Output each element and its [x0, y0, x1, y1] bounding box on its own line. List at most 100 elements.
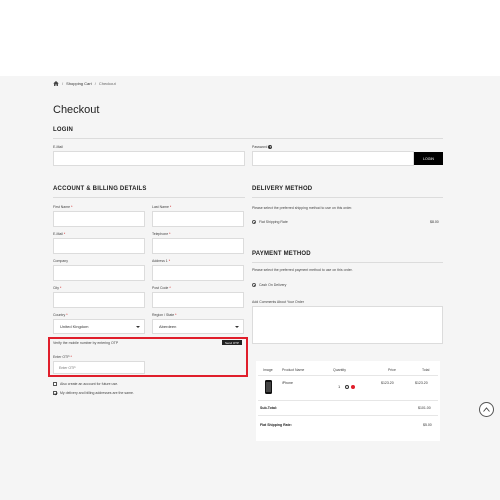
- cart-header-product: Product Name: [282, 368, 305, 372]
- first-name-input[interactable]: [53, 211, 145, 227]
- breadcrumb-separator: /: [94, 81, 96, 86]
- refresh-icon[interactable]: [345, 385, 349, 389]
- required-mark: *: [169, 205, 172, 209]
- required-mark: *: [168, 259, 171, 263]
- send-otp-button[interactable]: Send OTP: [222, 340, 242, 345]
- required-mark: *: [71, 205, 73, 209]
- delivery-description: Please select the preferred shipping met…: [252, 206, 353, 210]
- breadcrumb-separator: /: [62, 81, 64, 86]
- cart-header-total: Total: [422, 368, 430, 372]
- create-account-label: Also create an account for future use.: [60, 382, 119, 386]
- breadcrumb-shopping-cart[interactable]: Shopping Cart: [66, 81, 92, 86]
- region-select-value: Aberdeen: [159, 324, 177, 329]
- address1-label: Address 1 *: [152, 259, 170, 263]
- page-title: Checkout: [53, 104, 100, 116]
- email-input[interactable]: [53, 238, 145, 254]
- cart-row-total: $123.20: [415, 381, 428, 385]
- country-select-value: United Kingdom: [60, 324, 89, 329]
- create-account-checkbox[interactable]: [53, 382, 57, 386]
- telephone-label-text: Telephone: [152, 232, 169, 236]
- country-label-text: Country: [53, 313, 66, 317]
- cart-header-price: Price: [388, 368, 396, 372]
- cod-radio[interactable]: [252, 283, 256, 287]
- cart-table: [256, 361, 440, 441]
- shipping-total-value: $5.00: [423, 423, 432, 427]
- last-name-input[interactable]: [152, 211, 244, 227]
- cart-row-price: $123.20: [381, 381, 394, 385]
- first-name-label-text: First Name: [53, 205, 71, 209]
- chevron-down-icon: [235, 325, 239, 328]
- product-thumbnail[interactable]: [265, 380, 272, 394]
- city-label: City *: [53, 286, 61, 290]
- cart-header-image: Image: [263, 368, 273, 372]
- otp-input[interactable]: [53, 361, 145, 374]
- same-address-option[interactable]: My delivery and billing addresses are th…: [53, 391, 134, 395]
- country-select[interactable]: United Kingdom: [53, 319, 145, 334]
- cod-label: Cash On Delivery: [259, 283, 287, 287]
- otp-label: Enter OTP *: [53, 355, 72, 359]
- region-label: Region / State *: [152, 313, 177, 317]
- breadcrumb: / Shopping Cart / Checkout: [53, 81, 116, 86]
- last-name-label-text: Last Name: [152, 205, 169, 209]
- login-divider: [53, 138, 443, 139]
- subtotal-divider: [258, 415, 438, 416]
- help-icon[interactable]: ?: [268, 145, 273, 149]
- cart-row-qty[interactable]: 1: [338, 384, 340, 389]
- required-mark: *: [169, 286, 171, 290]
- required-mark: *: [66, 313, 68, 317]
- country-label: Country *: [53, 313, 68, 317]
- cart-row-divider: [258, 400, 438, 401]
- login-email-input[interactable]: [53, 151, 245, 166]
- cart-header-divider: [258, 375, 438, 376]
- same-address-checkbox[interactable]: [53, 391, 57, 395]
- same-address-label: My delivery and billing addresses are th…: [60, 391, 134, 395]
- create-account-option[interactable]: Also create an account for future use.: [53, 382, 118, 386]
- company-label: Company: [53, 259, 68, 263]
- address1-label-text: Address 1: [152, 259, 168, 263]
- last-name-label: Last Name *: [152, 205, 171, 209]
- cod-option[interactable]: Cash On Delivery: [252, 283, 286, 287]
- required-mark: *: [63, 232, 66, 236]
- delivery-divider: [252, 197, 443, 198]
- email-label-text: E-Mail: [53, 232, 63, 236]
- remove-icon[interactable]: [351, 385, 355, 389]
- telephone-input[interactable]: [152, 238, 244, 254]
- city-label-text: City: [53, 286, 60, 290]
- flat-shipping-price: $8.00: [430, 220, 439, 224]
- flat-shipping-option[interactable]: Flat Shipping Rate: [252, 220, 288, 224]
- scroll-to-top-button[interactable]: [479, 402, 494, 417]
- payment-title: PAYMENT METHOD: [252, 251, 311, 257]
- login-password-input[interactable]: [252, 151, 414, 166]
- post-code-label: Post Code *: [152, 286, 171, 290]
- login-email-label: E-Mail: [53, 145, 63, 149]
- flat-shipping-label: Flat Shipping Rate: [259, 220, 288, 224]
- telephone-label: Telephone *: [152, 232, 171, 236]
- required-mark: *: [169, 232, 171, 236]
- subtotal-label: Sub-Total:: [260, 406, 278, 410]
- login-button[interactable]: LOGIN: [414, 152, 443, 165]
- payment-description: Please select the preferred payment meth…: [252, 268, 353, 272]
- required-mark: *: [175, 313, 177, 317]
- post-code-label-text: Post Code: [152, 286, 169, 290]
- required-mark: *: [70, 355, 72, 359]
- region-select[interactable]: Aberdeen: [152, 319, 244, 334]
- address1-input[interactable]: [152, 265, 244, 281]
- required-mark: *: [60, 286, 62, 290]
- region-label-text: Region / State: [152, 313, 175, 317]
- login-password-label: Password: [252, 145, 268, 149]
- post-code-input[interactable]: [152, 292, 244, 308]
- city-input[interactable]: [53, 292, 145, 308]
- flat-shipping-radio[interactable]: [252, 220, 256, 224]
- delivery-title: DELIVERY METHOD: [252, 186, 313, 192]
- comments-label: Add Comments About Your Order: [252, 300, 304, 304]
- otp-verify-text: Verify the mobile number by entering OTP: [53, 341, 119, 345]
- payment-divider: [252, 262, 443, 263]
- home-icon[interactable]: [53, 81, 59, 86]
- login-title: LOGIN: [53, 127, 73, 133]
- comments-textarea[interactable]: [252, 306, 443, 344]
- otp-label-text: Enter OTP: [53, 355, 70, 359]
- login-password-label-wrap: Password ?: [252, 145, 273, 149]
- company-input[interactable]: [53, 265, 145, 281]
- billing-title: ACCOUNT & BILLING DETAILS: [53, 186, 147, 192]
- cart-row-name[interactable]: iPhone: [282, 381, 293, 385]
